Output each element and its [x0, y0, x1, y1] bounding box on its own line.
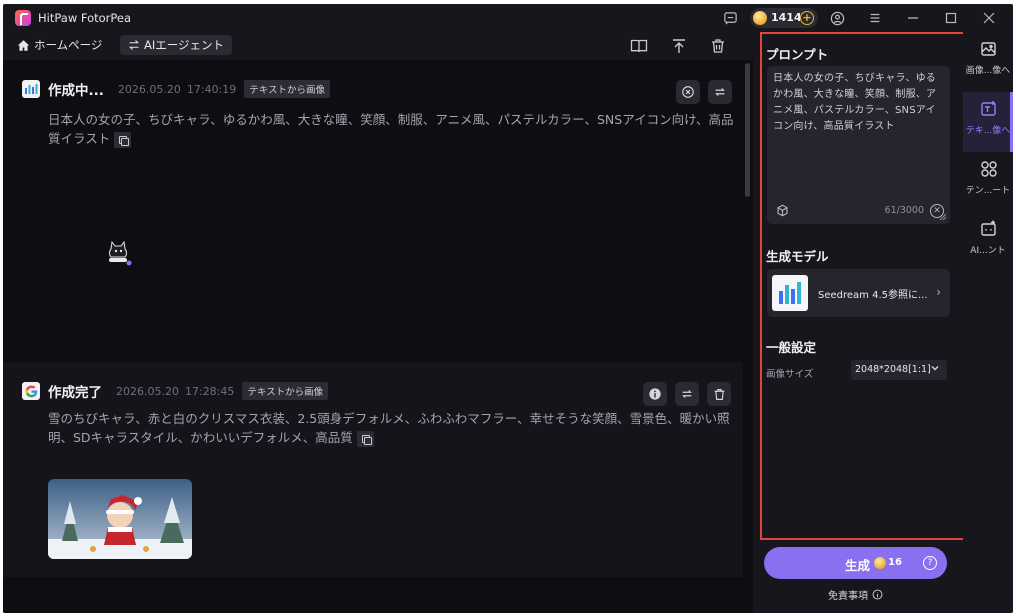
trash-icon	[714, 388, 724, 400]
nav-label: テキ...像へ	[965, 126, 1011, 136]
minimize-icon[interactable]	[905, 10, 921, 26]
title-bar: HitPaw FotorPea 1414 +	[3, 4, 1013, 32]
home-link[interactable]: ホームページ	[17, 37, 102, 53]
feed-scrollbar[interactable]	[745, 63, 750, 197]
disclaimer-link[interactable]: 免責事項	[828, 587, 883, 602]
date-text: 2026.05.20	[117, 82, 181, 96]
model-logo-icon	[22, 80, 40, 98]
nav-template[interactable]: テン...ート	[963, 152, 1013, 212]
date-text: 2026.05.20	[116, 384, 179, 398]
mode-badge: テキストから画像	[244, 80, 330, 98]
cancel-icon	[682, 86, 694, 98]
delete-button[interactable]	[707, 382, 731, 406]
home-icon	[17, 39, 30, 51]
generated-image[interactable]	[48, 479, 192, 559]
coin-icon	[874, 557, 886, 569]
info-button[interactable]	[643, 382, 667, 406]
clear-icon[interactable]: ✕	[930, 204, 944, 218]
ai-agent-icon	[980, 220, 998, 238]
model-selector[interactable]: Seedream 4.5参照に... ›	[767, 269, 950, 317]
close-icon[interactable]	[981, 10, 997, 26]
nav-label: AI...ント	[970, 246, 1006, 256]
loading-cat-icon	[106, 236, 132, 268]
chevron-down-icon	[931, 366, 939, 371]
nav-label: 画像...像へ	[965, 66, 1011, 76]
nav-label: テン...ート	[965, 186, 1011, 196]
settings-panel: プロンプト 日本人の女の子、ちびキャラ、ゆるかわ風、大きな瞳、笑顔、制服、アニメ…	[760, 32, 965, 540]
prompt-input-text: 日本人の女の子、ちびキャラ、ゆるかわ風、大きな瞳、笑顔、制服、アニメ風、パステル…	[773, 73, 937, 132]
side-nav: 画像...像へ テキ...像へ テン...ート AI...ント	[963, 32, 1013, 613]
google-logo-icon	[22, 382, 40, 400]
nav-ai-agent[interactable]: AI...ント	[963, 212, 1013, 272]
prompt-text: 日本人の女の子、ちびキャラ、ゆるかわ風、大きな瞳、笑顔、制服、アニメ風、パステル…	[48, 110, 738, 148]
menu-icon[interactable]	[867, 10, 883, 26]
disclaimer-label: 免責事項	[828, 591, 868, 602]
trash-icon[interactable]	[709, 37, 727, 55]
swap-icon	[128, 40, 140, 50]
app-window: HitPaw FotorPea 1414 + ホームページ AIエージェント 作…	[3, 4, 1013, 613]
card-actions	[676, 80, 732, 104]
template-icon	[980, 160, 998, 178]
image-size-select[interactable]: 2048*2048[1:1]	[851, 360, 947, 380]
credits-badge[interactable]: 1414 +	[750, 8, 818, 28]
status-text: 作成中...	[48, 83, 104, 99]
ai-agent-label: AIエージェント	[144, 38, 225, 52]
chevron-right-icon: ›	[936, 285, 941, 299]
text-to-image-icon	[980, 100, 998, 118]
regenerate-icon	[682, 390, 692, 398]
char-counter: 61/3000	[884, 205, 924, 216]
generate-button[interactable]: 生成 16 ?	[764, 547, 947, 579]
model-name: Seedream 4.5参照に...	[818, 290, 928, 301]
copy-icon[interactable]	[356, 430, 374, 447]
mode-badge: テキストから画像	[242, 382, 329, 400]
cancel-button[interactable]	[676, 80, 700, 104]
seedream-logo-icon	[772, 275, 808, 311]
account-icon[interactable]	[829, 10, 845, 26]
generate-cost: 16	[888, 557, 902, 568]
active-indicator	[1010, 92, 1013, 152]
book-icon[interactable]	[630, 37, 648, 55]
feedback-icon[interactable]	[722, 10, 738, 26]
cube-icon[interactable]	[776, 204, 789, 217]
regenerate-button[interactable]	[708, 80, 732, 104]
time-text: 17:40:19	[186, 82, 237, 96]
model-title: 生成モデル	[766, 249, 829, 264]
time-text: 17:28:45	[184, 384, 235, 398]
result-card: 作成中... 2026.05.20 17:40:19 テキストから画像 日本人の…	[3, 60, 750, 357]
card-actions	[643, 382, 731, 406]
regenerate-icon	[715, 88, 725, 96]
copy-icon[interactable]	[114, 131, 132, 148]
generate-label: 生成	[845, 558, 871, 573]
card-header: 作成完了 2026.05.20 17:28:45 テキストから画像	[22, 382, 329, 401]
app-logo-icon	[15, 10, 31, 26]
home-label: ホームページ	[34, 38, 103, 52]
results-feed: 作成中... 2026.05.20 17:40:19 テキストから画像 日本人の…	[3, 60, 753, 613]
image-size-label: 画像サイズ	[766, 369, 814, 380]
toolbar: ホームページ AIエージェント	[3, 32, 753, 60]
info-icon	[649, 388, 661, 400]
add-credits-icon[interactable]: +	[800, 11, 814, 25]
prompt-text-content: 日本人の女の子、ちびキャラ、ゆるかわ風、大きな瞳、笑顔、制服、アニメ風、パステル…	[48, 112, 734, 146]
prompt-text: 雪のちびキャラ、赤と白のクリスマス衣装、2.5頭身デフォルメ、ふわふわマフラー、…	[48, 409, 738, 447]
nav-image-to-image[interactable]: 画像...像へ	[963, 32, 1013, 92]
app-title: HitPaw FotorPea	[38, 11, 132, 25]
regenerate-button[interactable]	[675, 382, 699, 406]
image-icon	[980, 40, 998, 58]
prompt-title: プロンプト	[766, 47, 829, 62]
status-text: 作成完了	[48, 385, 102, 401]
prompt-text-content: 雪のちびキャラ、赤と白のクリスマス衣装、2.5頭身デフォルメ、ふわふわマフラー、…	[48, 411, 730, 445]
scroll-top-icon[interactable]	[670, 37, 688, 55]
card-header: 作成中... 2026.05.20 17:40:19 テキストから画像	[22, 80, 330, 99]
result-card: 作成完了 2026.05.20 17:28:45 テキストから画像 雪のちびキャ…	[3, 362, 743, 577]
prompt-input[interactable]: 日本人の女の子、ちびキャラ、ゆるかわ風、大きな瞳、笑顔、制服、アニメ風、パステル…	[767, 66, 950, 224]
maximize-icon[interactable]	[943, 10, 959, 26]
image-size-value: 2048*2048[1:1]	[855, 364, 931, 375]
coin-icon	[753, 11, 767, 25]
ai-agent-tab[interactable]: AIエージェント	[120, 35, 233, 55]
credits-value: 1414	[771, 11, 802, 24]
info-icon	[872, 589, 883, 600]
help-icon[interactable]: ?	[923, 556, 937, 570]
settings-title: 一般設定	[766, 340, 817, 355]
nav-text-to-image[interactable]: テキ...像へ	[963, 92, 1013, 152]
